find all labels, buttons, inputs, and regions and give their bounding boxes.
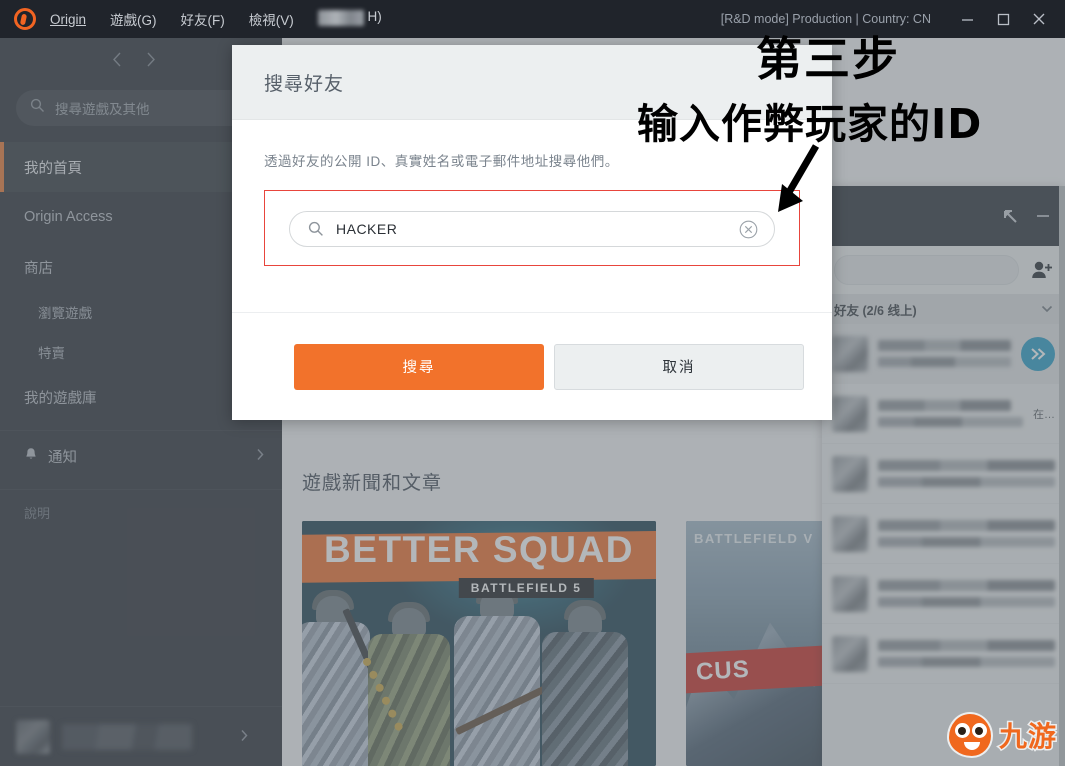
minimize-icon[interactable] (949, 4, 985, 34)
maximize-icon[interactable] (985, 4, 1021, 34)
dialog-title: 搜尋好友 (264, 73, 345, 95)
cancel-button[interactable]: 取消 (554, 343, 804, 390)
menu-origin-label: Origin (50, 11, 87, 27)
window-controls (949, 4, 1057, 34)
search-highlight-box: HACKER (264, 190, 800, 266)
menu-origin[interactable]: Origin (50, 12, 86, 27)
menu-games[interactable]: 遊戲(G) (110, 9, 157, 29)
annotation-step-title: 第三步 (756, 32, 900, 86)
close-icon[interactable] (1021, 4, 1057, 34)
menu-help-blurred[interactable]: H) (317, 9, 382, 28)
origin-logo-icon (14, 8, 36, 30)
watermark: 九游 (946, 712, 1058, 758)
search-icon (308, 221, 324, 237)
menu-friends[interactable]: 好友(F) (181, 9, 225, 29)
menu-help-blur-mask: H) (317, 9, 382, 28)
rnd-status-text: [R&D mode] Production | Country: CN (720, 12, 931, 26)
menu-view[interactable]: 檢視(V) (249, 9, 294, 29)
search-button[interactable]: 搜尋 (294, 343, 544, 390)
clear-icon[interactable] (739, 220, 758, 239)
arrow-down-left-icon (770, 144, 830, 219)
friend-search-input[interactable]: HACKER (289, 211, 775, 247)
friend-search-value: HACKER (336, 221, 398, 237)
window-titlebar: Origin 遊戲(G) 好友(F) 檢視(V) H) [R&D mode] P… (0, 0, 1065, 38)
dialog-footer: 搜尋 取消 (232, 312, 832, 420)
watermark-text: 九游 (997, 720, 1057, 754)
menu-help-label: H) (367, 9, 382, 24)
dialog-description: 透過好友的公開 ID、真實姓名或電子郵件地址搜尋他們。 (264, 154, 619, 169)
jiuyou-mascot-icon (946, 712, 993, 758)
annotation-step-instruction: 输入作弊玩家的ID (637, 100, 983, 148)
origin-client-window: Origin 遊戲(G) 好友(F) 檢視(V) H) [R&D mode] P… (0, 0, 1065, 766)
